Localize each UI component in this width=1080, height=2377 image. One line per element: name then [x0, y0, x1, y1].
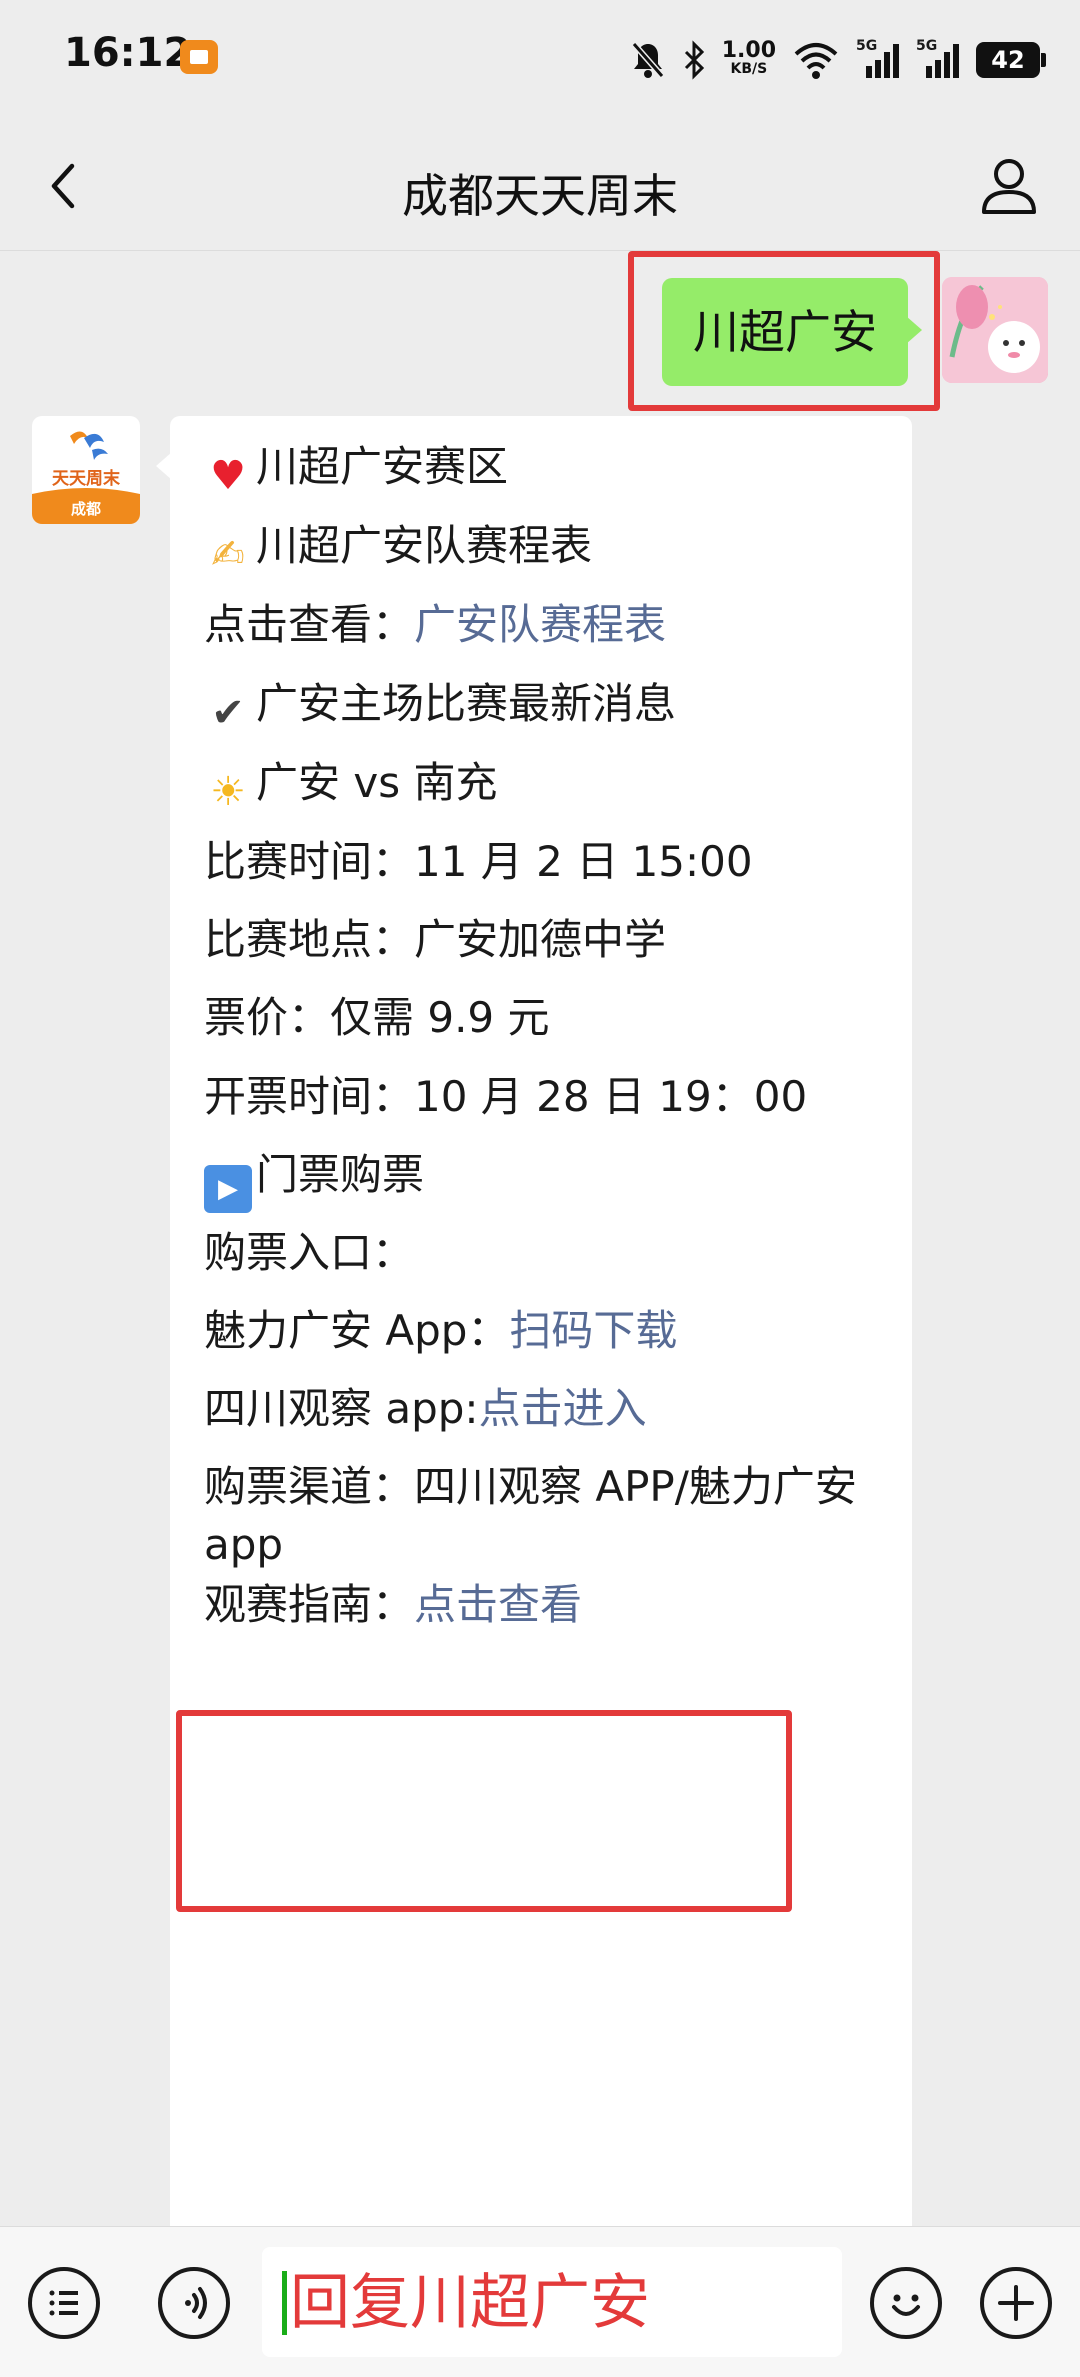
notification-app-icon	[180, 40, 218, 74]
smiley-icon	[892, 2294, 920, 2316]
avatar-illustration	[942, 277, 1048, 383]
profile-button[interactable]	[974, 150, 1044, 220]
writing-hand-icon: ✍	[211, 532, 245, 578]
section-title: 川超广安赛区	[256, 442, 509, 491]
guide-link[interactable]: 点击查看	[414, 1580, 582, 1629]
message-line-view-schedule: 点击查看：广安队赛程表	[204, 596, 894, 654]
message-input-text: 回复川超广安	[290, 2268, 650, 2338]
scan-download-link[interactable]: 扫码下载	[509, 1306, 677, 1355]
list-menu-icon	[49, 2290, 78, 2316]
mute-bell-icon	[631, 42, 664, 78]
status-icons: 1.00 KB/S 5G 5G 42	[630, 30, 1046, 90]
view-schedule-label: 点击查看：	[204, 600, 415, 649]
highlight-box-ticket-entry	[176, 1710, 792, 1912]
match-title: 广安 vs 南充	[256, 758, 498, 807]
battery-indicator: 42	[976, 42, 1046, 78]
bot-avatar-subtitle: 成都	[70, 500, 101, 518]
message-line-time: 比赛时间：11 月 2 日 15:00	[204, 837, 753, 886]
plus-icon	[998, 2285, 1034, 2321]
chat-area[interactable]: 川超广安 天天周末 成都 ♥ 川超广安赛区 ✍ 川超广安队赛程表 点击查看：广安…	[0, 251, 1080, 2226]
text-cursor	[282, 2271, 287, 2335]
guide-label: 观赛指南：	[204, 1580, 415, 1629]
message-line-schedule: ✍ 川超广安队赛程表	[204, 517, 894, 579]
signal-2: 5G	[916, 38, 960, 80]
message-line-app-enter: 四川观察 app:点击进入	[204, 1380, 894, 1438]
status-time: 16:12	[64, 30, 192, 76]
status-bar: 16:12 1.00 KB/S 5G 5G 42	[0, 0, 1080, 120]
check-mark-icon: ✔	[211, 690, 245, 736]
enter-link[interactable]: 点击进入	[479, 1384, 647, 1433]
schedule-heading: 川超广安队赛程表	[256, 521, 593, 570]
message-line-entry: 购票入口：	[204, 1228, 415, 1277]
message-line-guide: 观赛指南：点击查看	[204, 1576, 894, 1634]
bluetooth-icon	[684, 40, 704, 80]
net-speed: 1.00 KB/S	[721, 38, 776, 78]
bot-avatar[interactable]: 天天周末 成都	[32, 416, 140, 524]
bot-message-bubble[interactable]: ♥ 川超广安赛区 ✍ 川超广安队赛程表 点击查看：广安队赛程表 ✔ 广安主场比赛最新消…	[156, 416, 912, 2226]
signal-1: 5G	[856, 38, 900, 80]
net-speed-value: 1.00	[721, 38, 776, 63]
heart-icon: ♥	[210, 453, 246, 499]
voice-button[interactable]	[158, 2267, 230, 2339]
user-avatar[interactable]	[942, 277, 1048, 383]
highlight-box-user-message	[628, 251, 940, 411]
message-input[interactable]: 回复川超广安	[262, 2247, 842, 2357]
bottom-input-bar: 回复川超广安	[0, 2226, 1080, 2377]
message-line-venue: 比赛地点：广安加德中学	[204, 915, 667, 964]
person-icon	[982, 159, 1036, 214]
menu-button[interactable]	[28, 2267, 100, 2339]
sun-icon: ☀	[210, 769, 246, 815]
bot-avatar-title: 天天周末	[52, 469, 120, 489]
message-line-ticket-open: 开票时间：10 月 28 日 19：00	[204, 1072, 808, 1121]
news-heading: 广安主场比赛最新消息	[256, 679, 677, 728]
voice-wave-icon	[185, 2287, 207, 2319]
message-line-news: ✔ 广安主场比赛最新消息	[204, 675, 894, 737]
message-line-app-download: 魅力广安 App：扫码下载	[204, 1302, 894, 1360]
title-bar: 成都天天周末	[0, 120, 1080, 251]
message-line-tickets: ▶ 门票购票	[204, 1146, 894, 1213]
schedule-link[interactable]: 广安队赛程表	[414, 600, 666, 649]
message-line-channels: 购票渠道：四川观察 APP/魅力广安 app	[204, 1462, 857, 1569]
message-line-section: ♥ 川超广安赛区	[204, 438, 894, 500]
message-line-price: 票价：仅需 9.9 元	[204, 993, 550, 1042]
wifi-icon	[794, 43, 838, 79]
app-download-label: 魅力广安 App：	[204, 1306, 510, 1355]
tickets-heading: 门票购票	[256, 1150, 425, 1199]
emoji-button[interactable]	[870, 2267, 942, 2339]
play-button-icon: ▶	[204, 1165, 252, 1213]
page-title: 成都天天周末	[402, 169, 678, 223]
signal-bars-icon	[926, 44, 959, 78]
signal-bars-icon	[866, 44, 899, 78]
app-enter-label: 四川观察 app:	[204, 1384, 479, 1433]
message-line-match: ☀ 广安 vs 南充	[204, 754, 894, 816]
plus-button[interactable]	[980, 2267, 1052, 2339]
